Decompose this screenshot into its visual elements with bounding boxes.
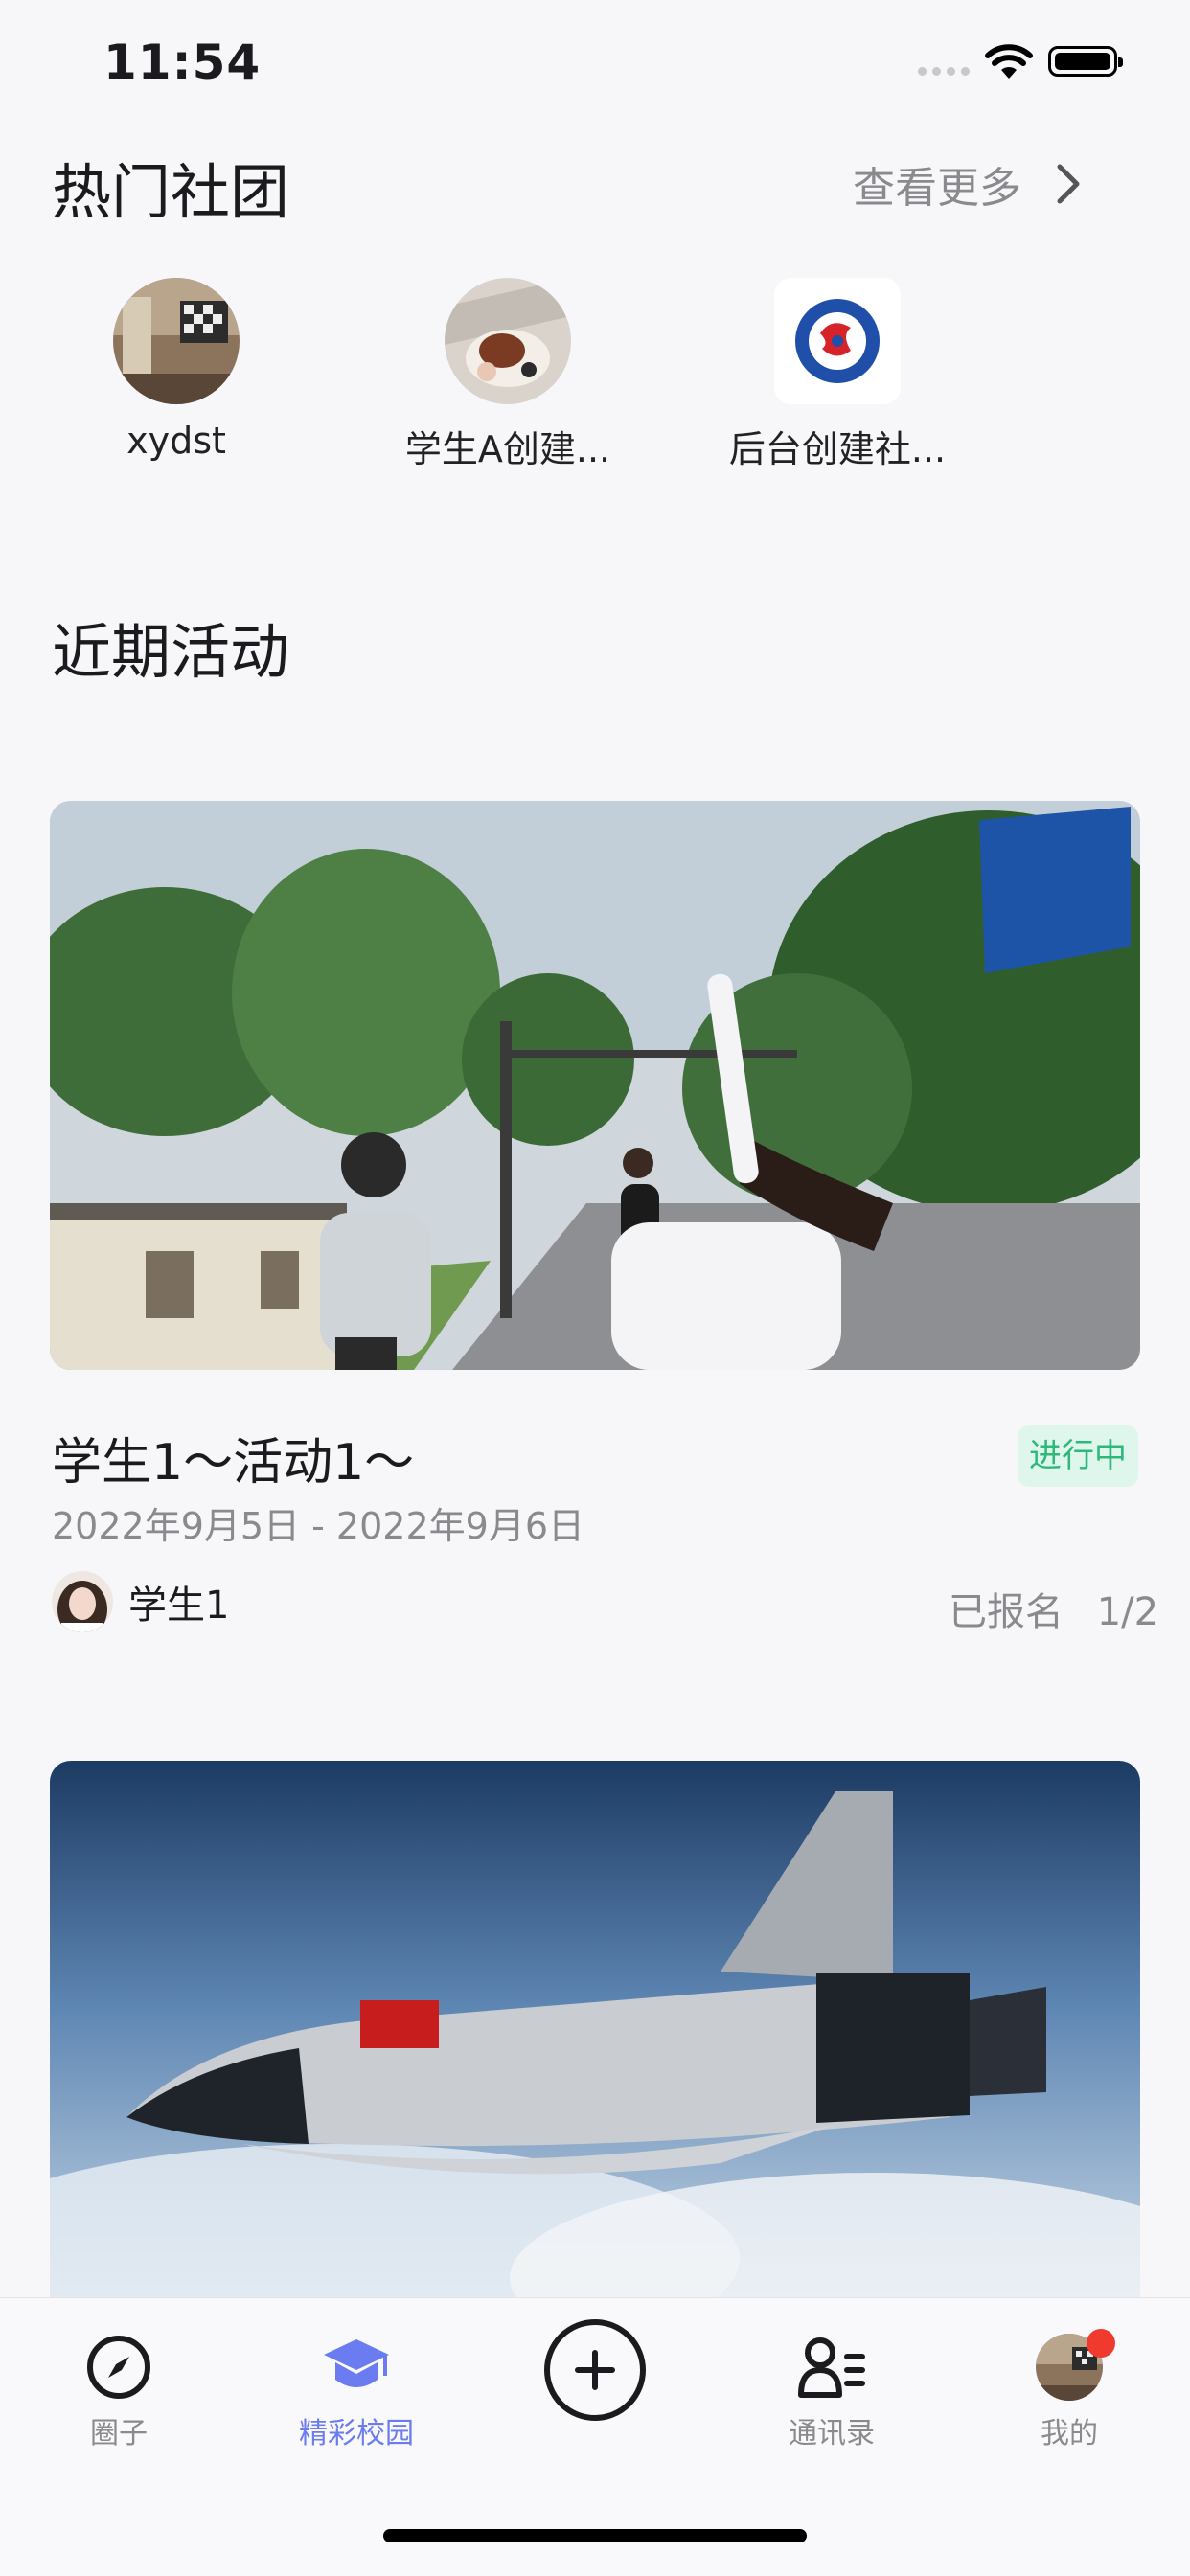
add-circle-icon [544,2319,646,2421]
activity-title[interactable]: 学生1～活动1～ [52,1422,414,1493]
home-indicator [383,2529,807,2542]
tab-circle[interactable]: 圈子 [23,2331,215,2451]
tab-label: 精彩校园 [299,2417,414,2451]
activity-cover-image[interactable] [50,801,1140,1370]
status-badge: 进行中 [1018,1425,1138,1487]
club-name: xydst [126,420,226,462]
contacts-icon [798,2337,865,2398]
club-item[interactable]: xydst [52,278,301,462]
club-avatar [113,278,240,404]
tab-label: 通讯录 [789,2417,875,2451]
tab-label: 我的 [1041,2417,1098,2451]
organizer-name: 学生1 [128,1584,230,1628]
notification-dot [1087,2329,1115,2358]
view-more-link[interactable]: 查看更多 [853,153,1081,215]
graduation-cap-icon [324,2339,389,2387]
activity-date: 2022年9月5日 - 2022年9月6日 [52,1505,584,1547]
cellular-signal-icon [918,67,970,76]
enroll-label: 已报名 [949,1590,1064,1634]
compass-icon [87,2336,150,2399]
chevron-right-icon [1057,164,1080,204]
tab-campus[interactable]: 精彩校园 [261,2331,452,2451]
club-item[interactable]: 后台创建社... [713,278,962,472]
recent-activities-title: 近期活动 [52,617,290,687]
activity-cover-image[interactable] [50,1761,1140,2307]
enroll-count: 1/2 [1096,1590,1159,1634]
organizer-avatar [52,1571,113,1632]
tab-me[interactable]: 我的 [973,2329,1165,2451]
club-avatar [445,278,571,404]
view-more-label: 查看更多 [853,164,1021,213]
tab-label: 圈子 [90,2417,148,2451]
club-logo [774,278,901,404]
club-name: 后台创建社... [728,428,947,470]
tab-add[interactable] [499,2317,691,2423]
club-name: 学生A创建... [404,428,611,470]
status-time: 11:54 [103,34,262,90]
club-item[interactable]: 学生A创建... [383,278,632,472]
tab-contacts[interactable]: 通讯录 [736,2331,927,2451]
wifi-icon [985,44,1033,84]
hot-clubs-title: 热门社团 [52,157,290,227]
organizer[interactable]: 学生1 [52,1571,229,1632]
enroll-status: 已报名 1/2 [949,1581,1158,1636]
battery-icon [1048,46,1123,77]
